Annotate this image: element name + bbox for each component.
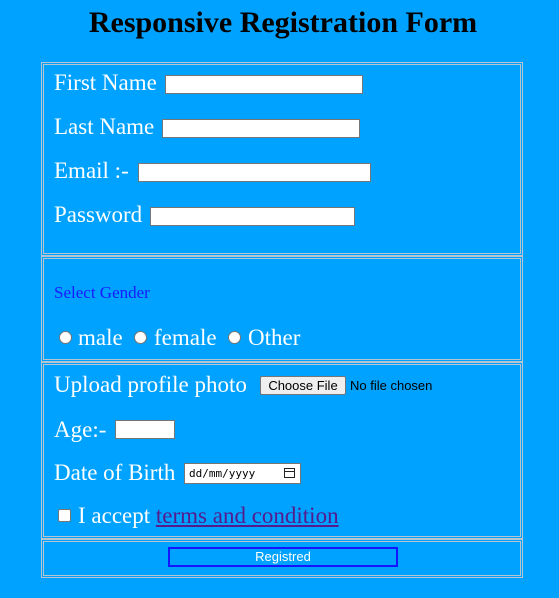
- age-input[interactable]: [115, 420, 175, 439]
- age-label: Age:-: [54, 417, 107, 442]
- calendar-icon[interactable]: [284, 468, 295, 478]
- gender-male-label: male: [78, 325, 123, 350]
- accept-text: I accept: [78, 503, 151, 528]
- select-gender-heading: Select Gender: [54, 283, 150, 302]
- gender-female-label: female: [154, 325, 217, 350]
- last-name-label: Last Name: [54, 114, 155, 139]
- file-status-text: No file chosen: [350, 378, 433, 393]
- register-button[interactable]: Registred: [168, 547, 398, 567]
- accept-terms-label: I accept terms and condition: [78, 504, 339, 527]
- last-name-input[interactable]: [162, 119, 360, 138]
- first-name-input[interactable]: [165, 75, 363, 94]
- dob-input[interactable]: dd/mm/yyyy: [184, 463, 301, 484]
- choose-file-button[interactable]: Choose File: [260, 376, 346, 395]
- first-name-label: First Name: [54, 70, 157, 95]
- gender-female-radio[interactable]: [134, 331, 147, 344]
- gender-male-radio[interactable]: [59, 331, 72, 344]
- dob-placeholder: dd/mm/yyyy: [189, 467, 256, 480]
- accept-terms-checkbox[interactable]: [58, 509, 71, 522]
- terms-link[interactable]: terms and condition: [156, 503, 339, 528]
- gender-other-label: Other: [248, 325, 301, 350]
- gender-other-radio[interactable]: [228, 331, 241, 344]
- password-input[interactable]: [150, 207, 355, 226]
- password-label: Password: [54, 202, 143, 227]
- page-title: Responsive Registration Form: [88, 6, 478, 39]
- email-label: Email :-: [54, 158, 129, 183]
- profile-photo-label: Upload profile photo: [54, 372, 247, 397]
- email-input[interactable]: [138, 163, 371, 182]
- dob-label: Date of Birth: [54, 460, 176, 485]
